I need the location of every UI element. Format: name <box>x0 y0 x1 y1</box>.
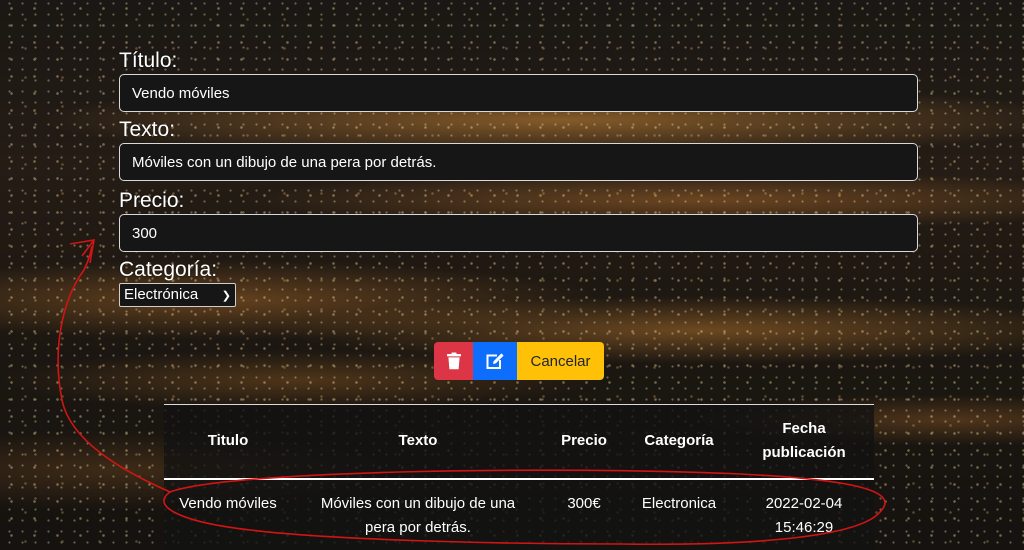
cell-precio: 300€ <box>567 494 601 512</box>
ads-table: Titulo Texto Precio Categoría Fecha publ… <box>164 404 874 550</box>
header-categoria: Categoría <box>624 404 734 480</box>
ad-edit-form: Título: Texto: Precio: Categoría: Electr… <box>119 48 918 307</box>
table-header-row: Titulo Texto Precio Categoría Fecha publ… <box>164 404 874 480</box>
titulo-label: Título: <box>119 49 178 72</box>
trash-icon <box>446 352 461 370</box>
categoria-label: Categoría: <box>119 258 218 281</box>
chevron-down-icon: ❯ <box>221 290 231 302</box>
edit-icon <box>486 353 504 369</box>
cell-categoria: Electronica <box>641 494 717 512</box>
header-precio: Precio <box>544 404 624 480</box>
cell-titulo: Vendo móviles <box>179 494 277 512</box>
categoria-select[interactable]: Electrónica ❯ <box>119 283 236 307</box>
header-titulo: Titulo <box>164 404 292 480</box>
action-button-group: Cancelar <box>434 342 604 380</box>
categoria-selected-value: Electrónica <box>124 286 199 303</box>
texto-input[interactable] <box>119 143 918 181</box>
precio-label: Precio: <box>119 189 185 212</box>
precio-input[interactable] <box>119 214 918 252</box>
header-fecha-publicacion: Fecha publicación <box>734 404 874 480</box>
annotation-arrow-head <box>69 239 95 264</box>
cancel-button[interactable]: Cancelar <box>517 342 604 380</box>
cell-fecha: 2022-02-04 15:46:29 <box>765 494 843 536</box>
cell-texto: Móviles con un dibujo de una pera por de… <box>320 494 516 536</box>
edit-button[interactable] <box>473 342 517 380</box>
table-row[interactable]: Vendo móviles Móviles con un dibujo de u… <box>164 479 874 550</box>
header-texto: Texto <box>292 404 544 480</box>
titulo-input[interactable] <box>119 74 918 112</box>
delete-button[interactable] <box>434 342 473 380</box>
texto-label: Texto: <box>119 118 176 141</box>
